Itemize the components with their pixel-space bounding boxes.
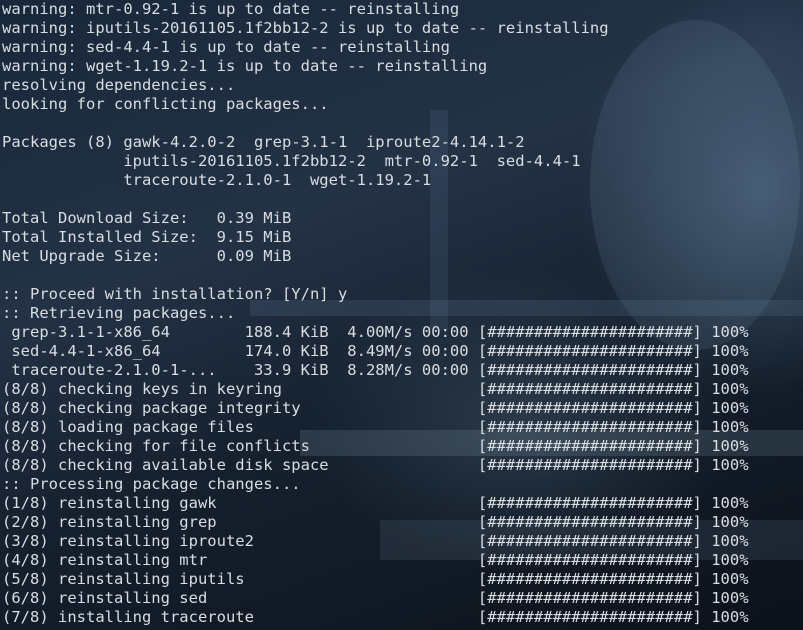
terminal-progress-line: (4/8) reinstalling mtr [################… <box>2 551 749 569</box>
terminal-prompt-line: :: Proceed with installation? [Y/n] y <box>2 285 348 303</box>
terminal-line: :: Retrieving packages... <box>2 304 236 322</box>
terminal-progress-line: (5/8) reinstalling iputils [############… <box>2 570 749 588</box>
terminal-progress-line: (2/8) reinstalling grep [###############… <box>2 513 749 531</box>
terminal-progress-line: (8/8) checking for file conflicts [#####… <box>2 437 749 455</box>
terminal-output[interactable]: warning: mtr-0.92-1 is up to date -- rei… <box>0 0 803 630</box>
terminal-line: resolving dependencies... <box>2 76 236 94</box>
terminal-line: warning: mtr-0.92-1 is up to date -- rei… <box>2 0 460 18</box>
terminal-line: iputils-20161105.1f2bb12-2 mtr-0.92-1 se… <box>2 152 581 170</box>
terminal-progress-line: (1/8) reinstalling gawk [###############… <box>2 494 749 512</box>
terminal-line: :: Processing package changes... <box>2 475 301 493</box>
terminal-progress-line: (8/8) checking package integrity [######… <box>2 399 749 417</box>
terminal-progress-line: (8/8) checking available disk space [###… <box>2 456 749 474</box>
terminal-progress-line: sed-4.4-1-x86_64 174.0 KiB 8.49M/s 00:00… <box>2 342 749 360</box>
terminal-line: Total Installed Size: 9.15 MiB <box>2 228 292 246</box>
terminal-progress-line: (8/8) loading package files [###########… <box>2 418 749 436</box>
terminal-line: looking for conflicting packages... <box>2 95 329 113</box>
terminal-progress-line: traceroute-2.1.0-1-... 33.9 KiB 8.28M/s … <box>2 361 749 379</box>
terminal-progress-line: (3/8) reinstalling iproute2 [###########… <box>2 532 749 550</box>
terminal-line: warning: wget-1.19.2-1 is up to date -- … <box>2 57 488 75</box>
terminal-progress-line: (8/8) checking keys in keyring [########… <box>2 380 749 398</box>
terminal-line: traceroute-2.1.0-1 wget-1.19.2-1 <box>2 171 432 189</box>
terminal-line: Total Download Size: 0.39 MiB <box>2 209 292 227</box>
terminal-line: Packages (8) gawk-4.2.0-2 grep-3.1-1 ipr… <box>2 133 525 151</box>
terminal-progress-line: (7/8) installing traceroute [###########… <box>2 608 749 626</box>
terminal-line: Net Upgrade Size: 0.09 MiB <box>2 247 292 265</box>
terminal-line: warning: iputils-20161105.1f2bb12-2 is u… <box>2 19 609 37</box>
terminal-line: warning: sed-4.4-1 is up to date -- rein… <box>2 38 450 56</box>
terminal-progress-line: (6/8) reinstalling sed [################… <box>2 589 749 607</box>
terminal-progress-line: grep-3.1-1-x86_64 188.4 KiB 4.00M/s 00:0… <box>2 323 749 341</box>
